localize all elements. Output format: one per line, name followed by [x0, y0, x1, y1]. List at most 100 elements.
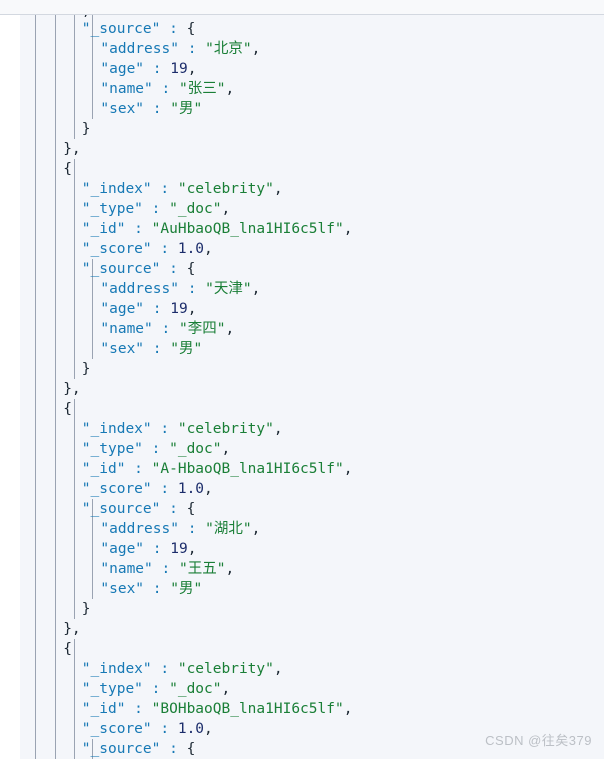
code-token-cm: , — [187, 301, 197, 317]
code-token-s: "张三" — [178, 81, 226, 97]
code-token-k: "_id" — [81, 701, 126, 717]
code-line: }, — [63, 379, 80, 399]
code-line: }, — [63, 619, 80, 639]
code-token-k: "_index" — [81, 181, 152, 197]
code-token-p: : — [160, 741, 187, 757]
code-line: "age" : 19, — [100, 299, 196, 319]
code-token-k: "address" — [100, 281, 179, 297]
code-line: } — [82, 599, 91, 619]
code-line: "sex" : "男" — [100, 339, 202, 359]
code-token-p: : — [151, 421, 178, 437]
code-token-k: "name" — [100, 561, 153, 577]
code-token-k: "_type" — [81, 201, 143, 217]
code-token-p: : — [144, 541, 171, 557]
code-line: { — [63, 159, 72, 179]
code-token-p: : — [142, 201, 170, 217]
code-token-brc: { — [63, 161, 72, 177]
indent-guide — [74, 399, 75, 619]
code-token-cm: , — [71, 621, 81, 637]
indent-guide — [55, 15, 56, 759]
code-line: } — [82, 119, 91, 139]
code-line: "_id" : "A-HbaoQB_lna1HI6c5lf", — [82, 459, 353, 479]
code-token-p: : — [144, 581, 171, 597]
code-token-cm: , — [251, 521, 261, 537]
code-token-k: "address" — [100, 41, 179, 57]
code-token-s: "celebrity" — [177, 181, 274, 197]
code-token-k: "_source" — [81, 741, 161, 757]
code-line: "_source" : { — [82, 19, 196, 39]
code-token-p: : — [152, 321, 179, 337]
indent-guide — [92, 15, 93, 119]
code-token-p: : — [160, 501, 187, 517]
code-line: "age" : 19, — [100, 59, 196, 79]
code-token-p: : — [152, 561, 179, 577]
code-token-p: : — [144, 341, 171, 357]
code-token-n: 19 — [170, 61, 188, 77]
viewer-top-strip — [0, 0, 604, 14]
code-content: ,"_source" : {"address" : "北京","age" : 1… — [0, 0, 604, 759]
code-line: "_type" : "_doc", — [82, 439, 230, 459]
code-token-n: 1.0 — [177, 721, 205, 737]
code-token-cm: , — [221, 441, 231, 457]
code-line: "address" : "天津", — [100, 279, 260, 299]
code-token-p: : — [144, 101, 171, 117]
code-line: "sex" : "男" — [100, 99, 202, 119]
indent-guide — [74, 15, 75, 139]
code-token-p: : — [144, 61, 171, 77]
editor-gutter — [20, 0, 34, 759]
code-token-k: "sex" — [100, 341, 145, 357]
code-line: "_index" : "celebrity", — [82, 419, 283, 439]
code-token-s: "BOHbaoQB_lna1HI6c5lf" — [151, 701, 344, 717]
code-token-brc: } — [63, 141, 72, 157]
code-line: "_source" : { — [82, 259, 196, 279]
code-token-cm: , — [343, 701, 353, 717]
code-token-k: "_score" — [81, 721, 152, 737]
code-token-k: "age" — [100, 541, 145, 557]
code-line: "_index" : "celebrity", — [82, 659, 283, 679]
code-token-k: "_score" — [81, 481, 152, 497]
json-response-viewer[interactable]: ,"_source" : {"address" : "北京","age" : 1… — [0, 0, 604, 759]
code-token-brc: { — [186, 261, 196, 277]
code-token-p: : — [178, 41, 206, 57]
code-token-p: : — [151, 661, 178, 677]
code-token-cm: , — [204, 241, 213, 257]
code-token-cm: , — [71, 141, 81, 157]
code-token-k: "_id" — [81, 221, 126, 237]
code-token-k: "age" — [100, 61, 145, 77]
code-token-p: : — [125, 461, 152, 477]
code-token-s: "_doc" — [169, 681, 222, 697]
viewer-top-divider — [0, 14, 604, 15]
indent-guide — [74, 639, 75, 759]
code-line: "name" : "李四", — [100, 319, 234, 339]
code-token-k: "address" — [100, 521, 179, 537]
code-line: { — [63, 399, 72, 419]
code-fold-rail[interactable] — [0, 0, 20, 759]
code-token-s: "celebrity" — [177, 421, 274, 437]
code-token-cm: , — [204, 721, 213, 737]
code-line: "_source" : { — [82, 499, 196, 519]
code-line: "_index" : "celebrity", — [82, 179, 283, 199]
code-token-p: : — [151, 241, 178, 257]
code-token-k: "name" — [100, 321, 153, 337]
code-token-brc: { — [63, 641, 72, 657]
code-token-s: "男" — [170, 581, 203, 597]
code-token-s: "北京" — [205, 41, 252, 57]
code-token-k: "_id" — [81, 461, 126, 477]
code-line: "address" : "湖北", — [100, 519, 260, 539]
code-line: "_id" : "AuHbaoQB_lna1HI6c5lf", — [82, 219, 353, 239]
code-token-s: "王五" — [178, 561, 226, 577]
code-token-brc: { — [63, 401, 72, 417]
code-token-p: : — [142, 441, 170, 457]
code-token-cm: , — [187, 61, 197, 77]
code-token-k: "_index" — [81, 661, 152, 677]
code-token-brc: } — [81, 361, 91, 377]
code-line: "age" : 19, — [100, 539, 196, 559]
code-token-s: "_doc" — [169, 441, 222, 457]
code-token-brc: } — [63, 621, 72, 637]
code-token-s: "湖北" — [205, 521, 252, 537]
code-token-p: : — [151, 481, 178, 497]
code-line: }, — [63, 139, 80, 159]
indent-guide — [74, 159, 75, 379]
code-line: "name" : "王五", — [100, 559, 234, 579]
code-token-k: "_type" — [81, 681, 143, 697]
